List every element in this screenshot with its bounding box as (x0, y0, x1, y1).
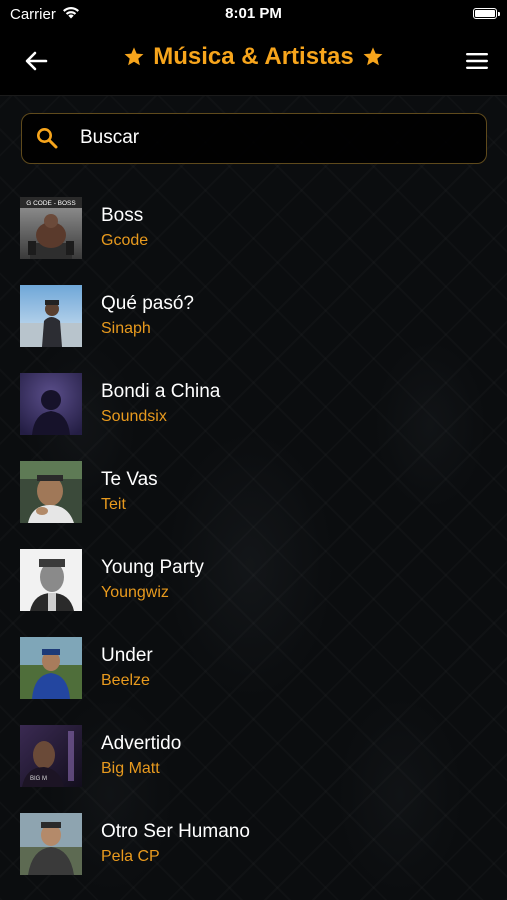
song-list-item[interactable]: Te Vas Teit (0, 461, 507, 549)
title-text: Música & Artistas (153, 43, 354, 70)
arrow-left-icon (25, 51, 48, 71)
song-artist: Big Matt (101, 760, 160, 777)
song-artist: Pela CP (101, 848, 160, 865)
menu-button[interactable] (461, 47, 493, 75)
search-bar[interactable] (21, 113, 487, 164)
status-bar: Carrier 8:01 PM (0, 0, 507, 30)
star-icon (363, 47, 383, 66)
album-cover: G CODE - BOSS (20, 197, 82, 259)
song-list-item[interactable]: G CODE - BOSS Boss Gcode (0, 197, 507, 285)
song-artist: Teit (101, 496, 126, 513)
album-cover-caption: BIG M (30, 776, 47, 782)
album-cover: BIG M (20, 725, 82, 787)
star-icon (124, 47, 144, 66)
song-list: G CODE - BOSS Boss Gcode Qué pasó? Sinap… (0, 197, 507, 900)
song-artist: Youngwiz (101, 584, 169, 601)
search-icon (37, 128, 58, 149)
navigation-bar: Música & Artistas (0, 30, 507, 96)
song-title: Advertido (101, 733, 182, 754)
song-title: Young Party (101, 557, 204, 578)
song-artist: Sinaph (101, 320, 151, 337)
song-title: Bondi a China (101, 381, 221, 402)
song-title: Otro Ser Humano (101, 821, 250, 842)
album-cover (20, 813, 82, 875)
song-list-item[interactable]: Qué pasó? Sinaph (0, 285, 507, 373)
search-input[interactable] (80, 124, 470, 152)
album-cover (20, 637, 82, 699)
song-title: Under (101, 645, 153, 666)
battery-icon (473, 8, 500, 19)
album-cover (20, 549, 82, 611)
battery-level (475, 10, 495, 17)
song-list-item[interactable]: Bondi a China Soundsix (0, 373, 507, 461)
song-title: Qué pasó? (101, 293, 194, 314)
song-artist: Soundsix (101, 408, 167, 425)
song-title: Te Vas (101, 469, 158, 490)
song-list-item[interactable]: Under Beelze (0, 637, 507, 725)
back-button[interactable] (20, 47, 52, 75)
song-title: Boss (101, 205, 144, 226)
album-cover (20, 285, 82, 347)
album-cover-caption: G CODE - BOSS (26, 200, 76, 207)
song-list-item[interactable]: BIG M Advertido Big Matt (0, 725, 507, 813)
album-cover (20, 461, 82, 523)
song-list-item[interactable]: Young Party Youngwiz (0, 549, 507, 637)
status-time: 8:01 PM (225, 5, 282, 22)
page-title: Música & Artistas (60, 43, 447, 71)
song-artist: Gcode (101, 232, 149, 249)
app-screen: Carrier 8:01 PM Música & Artistas Buscar… (0, 0, 507, 900)
song-artist: Beelze (101, 672, 150, 689)
album-cover (20, 373, 82, 435)
hamburger-menu-icon (466, 53, 488, 69)
song-list-item[interactable]: Otro Ser Humano Pela CP (0, 813, 507, 900)
